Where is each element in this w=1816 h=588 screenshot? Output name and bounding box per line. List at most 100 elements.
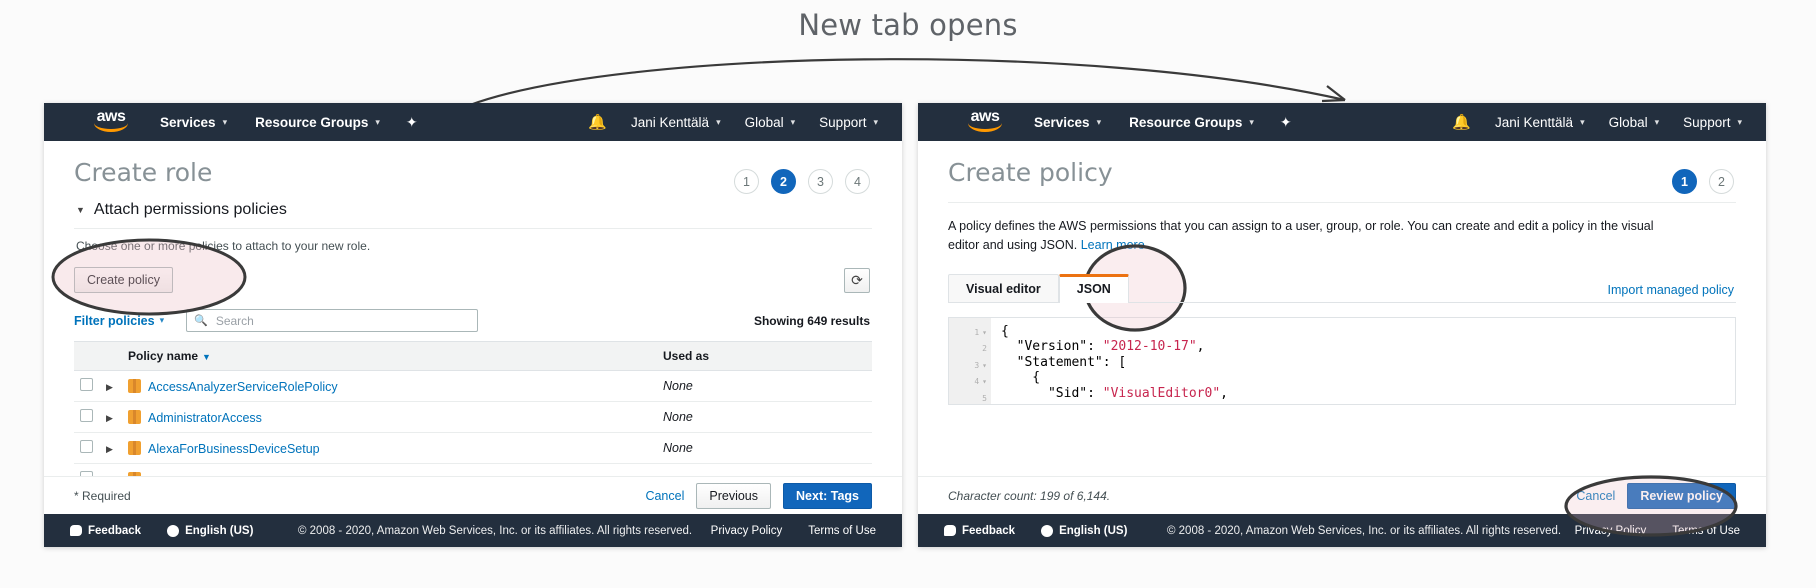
bell-icon[interactable]: 🔔 — [588, 113, 607, 131]
nav-support-menu[interactable]: Support ▾ — [819, 115, 878, 130]
step-4[interactable]: 4 — [845, 169, 870, 194]
nav-user-menu[interactable]: Jani Kenttälä ▾ — [1495, 115, 1585, 130]
terms-of-use-link[interactable]: Terms of Use — [808, 525, 876, 537]
refresh-icon[interactable]: ⟳ — [844, 267, 870, 293]
row-used-as-cell: None — [657, 370, 872, 402]
create-policy-button[interactable]: Create policy — [74, 267, 173, 293]
row-policy-name-cell[interactable]: AccessAnalyzerServiceRolePolicy — [122, 370, 657, 402]
aws-smile — [94, 123, 128, 132]
bell-icon[interactable]: 🔔 — [1452, 113, 1471, 131]
row-policy-name-cell[interactable]: AdministratorAccess — [122, 401, 657, 433]
row-checkbox-cell[interactable] — [74, 401, 100, 433]
nav-resource-groups[interactable]: Resource Groups ▾ — [255, 115, 380, 130]
feedback-link[interactable]: Feedback — [70, 525, 141, 537]
pin-icon[interactable]: ✦ — [1280, 114, 1292, 131]
globe-icon — [167, 524, 180, 537]
checkbox-icon[interactable] — [80, 440, 93, 453]
row-expand-cell[interactable]: ▶ — [100, 401, 122, 433]
chevron-down-icon: ▾ — [1737, 116, 1742, 127]
chevron-right-icon[interactable]: ▶ — [106, 413, 113, 423]
gutter-line: 4 ▾ — [974, 377, 987, 387]
row-expand-cell[interactable]: ▶ — [100, 370, 122, 402]
pin-icon[interactable]: ✦ — [406, 114, 418, 131]
terms-of-use-link[interactable]: Terms of Use — [1672, 525, 1740, 537]
select-all-header — [74, 341, 100, 371]
nav-region-menu[interactable]: Global ▾ — [1609, 115, 1660, 130]
aws-logo-icon[interactable]: aws — [964, 109, 1006, 135]
intro-sentence: A policy defines the AWS permissions tha… — [948, 219, 1654, 253]
page-title: Create policy — [948, 158, 1113, 187]
nav-resource-groups[interactable]: Resource Groups ▾ — [1129, 115, 1254, 130]
policy-name-link[interactable]: AccessAnalyzerServiceRolePolicy — [148, 380, 338, 394]
privacy-policy-link[interactable]: Privacy Policy — [1575, 525, 1647, 537]
step-3[interactable]: 3 — [808, 169, 833, 194]
search-box[interactable]: 🔍 — [186, 309, 479, 332]
nav-services[interactable]: Services ▾ — [160, 115, 227, 130]
row-policy-name-cell[interactable]: AlexaForBusinessDeviceSetup — [122, 432, 657, 464]
policy-name-link[interactable]: AlexaForBusinessDeviceSetup — [148, 442, 320, 456]
nav-user-menu[interactable]: Jani Kenttälä ▾ — [631, 115, 721, 130]
expand-header — [100, 341, 122, 371]
row-used-as-cell: None — [657, 432, 872, 464]
table-row[interactable]: ▶ AdministratorAccess None — [74, 401, 872, 433]
attach-permissions-section-header[interactable]: ▼ Attach permissions policies — [74, 192, 872, 229]
policy-icon — [128, 440, 141, 455]
code-line: { — [1001, 323, 1009, 339]
cancel-link[interactable]: Cancel — [645, 489, 684, 503]
section-heading-label: Attach permissions policies — [93, 201, 287, 218]
review-policy-button[interactable]: Review policy — [1627, 482, 1736, 509]
fold-icon: ▾ — [982, 377, 987, 387]
cancel-link[interactable]: Cancel — [1576, 489, 1615, 503]
row-checkbox-cell[interactable] — [74, 432, 100, 464]
chevron-down-icon: ▾ — [222, 116, 228, 127]
row-checkbox-cell[interactable] — [74, 370, 100, 402]
language-selector[interactable]: English (US) — [1041, 524, 1127, 537]
language-selector[interactable]: English (US) — [167, 524, 253, 537]
nav-region-menu[interactable]: Global ▾ — [745, 115, 796, 130]
search-icon: 🔍 — [194, 315, 208, 327]
policy-icon — [128, 409, 141, 424]
checkbox-icon[interactable] — [80, 409, 93, 422]
aws-logo-icon[interactable]: aws — [90, 109, 132, 135]
tab-visual-editor[interactable]: Visual editor — [948, 273, 1059, 303]
chevron-right-icon[interactable]: ▶ — [106, 444, 113, 454]
editor-tabs: Visual editor JSON Import managed policy — [948, 256, 1736, 303]
step-2[interactable]: 2 — [1709, 169, 1734, 194]
row-expand-cell[interactable]: ▶ — [100, 432, 122, 464]
fold-icon: ▾ — [982, 327, 987, 337]
editor-code[interactable]: { "Version": "2012-10-17", "Statement": … — [991, 318, 1228, 404]
row-used-as-cell: None — [657, 401, 872, 433]
code-line: "Version": "2012-10-17", — [1001, 339, 1205, 355]
search-input[interactable] — [213, 312, 471, 329]
table-row[interactable]: ▶ AccessAnalyzerServiceRolePolicy None — [74, 370, 872, 402]
chevron-right-icon[interactable]: ▶ — [106, 382, 113, 392]
next-tags-button[interactable]: Next: Tags — [783, 482, 872, 509]
nav-services[interactable]: Services ▾ — [1034, 115, 1101, 130]
import-managed-policy-link[interactable]: Import managed policy — [1608, 283, 1734, 297]
tab-json[interactable]: JSON — [1058, 273, 1129, 303]
step-1[interactable]: 1 — [734, 169, 759, 194]
left-action-bar: * Required Cancel Previous Next: Tags — [44, 476, 902, 514]
filter-policies-dropdown[interactable]: Filter policies ▾ — [74, 314, 164, 328]
json-editor[interactable]: 1 ▾ 2 3 ▾ 4 ▾ 5 { "Version": "2012-10-17", … — [948, 316, 1736, 405]
chevron-down-icon: ▾ — [159, 315, 165, 325]
table-row[interactable]: ▶ AlexaForBusinessDeviceSetup None — [74, 432, 872, 464]
previous-button[interactable]: Previous — [696, 482, 772, 509]
chevron-down-icon: ▾ — [1654, 116, 1660, 127]
learn-more-link[interactable]: Learn more — [1081, 238, 1145, 252]
nav-support-menu[interactable]: Support ▾ — [1683, 115, 1742, 130]
gutter-line: 2 — [982, 344, 987, 354]
policy-name-link[interactable]: AdministratorAccess — [148, 411, 262, 425]
checkbox-icon[interactable] — [80, 378, 93, 391]
step-1[interactable]: 1 — [1672, 169, 1697, 194]
step-2[interactable]: 2 — [771, 169, 796, 194]
create-role-page: Create role 1 2 3 4 ▼ Attach permissions… — [44, 141, 902, 495]
filter-policies-label: Filter policies — [74, 313, 155, 328]
privacy-policy-link[interactable]: Privacy Policy — [711, 525, 783, 537]
code-line: { — [1001, 370, 1041, 386]
section-help-text: Choose one or more policies to attach to… — [76, 239, 371, 253]
table-header-row: Policy name ▼ Used as — [74, 341, 872, 371]
screenshot-root: New tab opens aws Services ▾ Resource Gr… — [0, 0, 1816, 588]
feedback-link[interactable]: Feedback — [944, 525, 1015, 537]
column-policy-name[interactable]: Policy name ▼ — [122, 341, 657, 371]
